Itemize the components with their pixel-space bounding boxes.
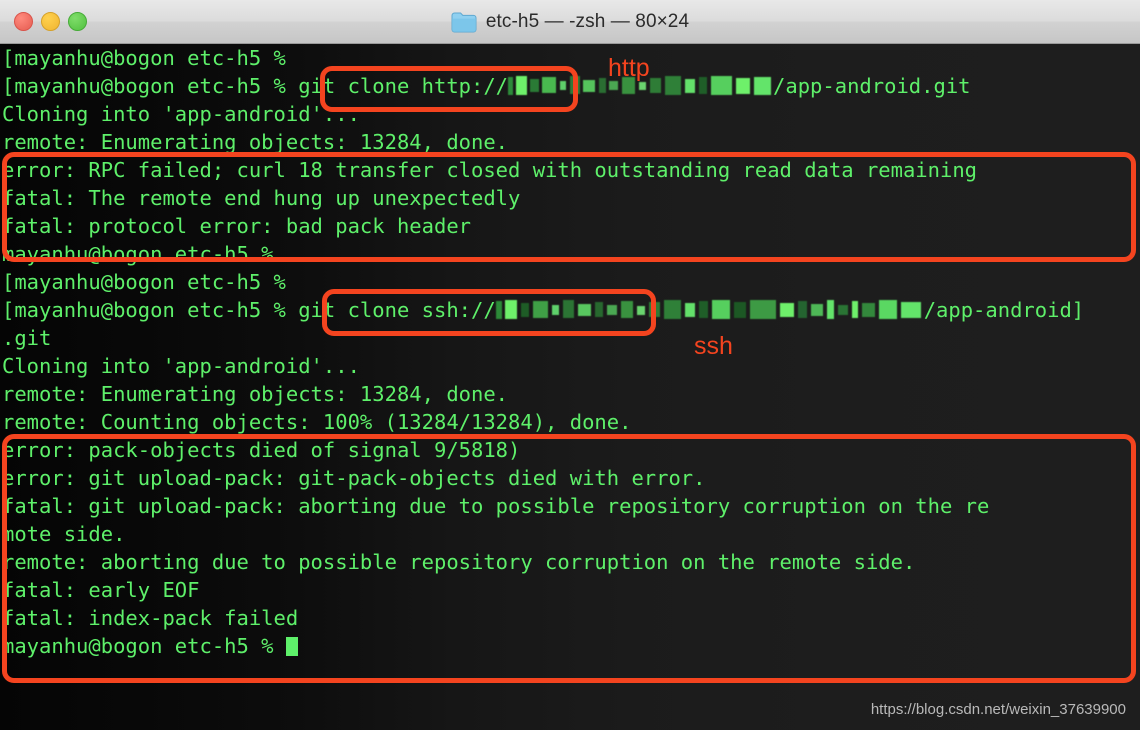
terminal-line: remote: Enumerating objects: 13284, done… (2, 130, 509, 154)
window-title-group: etc-h5 — -zsh — 80×24 (0, 0, 1140, 44)
terminal-line-git-clone-ssh: [mayanhu@bogon etc-h5 % git clone ssh://… (2, 298, 1085, 322)
terminal-line-prompt: mayanhu@bogon etc-h5 % (2, 632, 1140, 660)
terminal-line-git-clone-http: [mayanhu@bogon etc-h5 % git clone http:/… (2, 74, 971, 98)
terminal-line-error: error: pack-objects died of signal 9/581… (2, 438, 521, 462)
annotation-label-http: http (608, 54, 650, 82)
terminal-line-error: fatal: git upload-pack: aborting due to … (2, 494, 990, 518)
minimize-button[interactable] (41, 12, 60, 31)
terminal-line-error: fatal: protocol error: bad pack header (2, 214, 471, 238)
maximize-button[interactable] (68, 12, 87, 31)
redacted-url-ssh (495, 299, 924, 321)
terminal-line: Cloning into 'app-android'... (2, 354, 360, 378)
terminal-line: [mayanhu@bogon etc-h5 % (2, 46, 299, 70)
annotation-label-ssh: ssh (694, 332, 733, 360)
folder-icon (451, 12, 477, 32)
close-button[interactable] (14, 12, 33, 31)
terminal-line-error: error: RPC failed; curl 18 transfer clos… (2, 158, 978, 182)
terminal-cursor (285, 637, 298, 656)
terminal-line: .git (2, 326, 52, 350)
terminal-line-error: mote side. (2, 522, 126, 546)
terminal-line-error: fatal: The remote end hung up unexpected… (2, 186, 521, 210)
terminal-line: Cloning into 'app-android'... (2, 102, 360, 126)
window-titlebar[interactable]: etc-h5 — -zsh — 80×24 (0, 0, 1140, 44)
terminal-line-error: remote: aborting due to possible reposit… (2, 550, 916, 574)
terminal-line-error: fatal: index-pack failed (2, 606, 299, 630)
terminal-body[interactable]: [mayanhu@bogon etc-h5 % [mayanhu@bogon e… (0, 44, 1140, 730)
window-controls (14, 12, 87, 31)
terminal-line: mayanhu@bogon etc-h5 % (2, 242, 274, 266)
terminal-line: [mayanhu@bogon etc-h5 % (2, 270, 299, 294)
terminal-output: [mayanhu@bogon etc-h5 % [mayanhu@bogon e… (2, 44, 1140, 660)
window-title: etc-h5 — -zsh — 80×24 (485, 11, 690, 32)
terminal-window: etc-h5 — -zsh — 80×24 [mayanhu@bogon etc… (0, 0, 1140, 730)
terminal-line: remote: Enumerating objects: 13284, done… (2, 382, 509, 406)
terminal-line: remote: Counting objects: 100% (13284/13… (2, 410, 632, 434)
watermark: https://blog.csdn.net/weixin_37639900 (870, 701, 1126, 718)
terminal-line-error: fatal: early EOF (2, 578, 200, 602)
terminal-line-error: error: git upload-pack: git-pack-objects… (2, 466, 706, 490)
